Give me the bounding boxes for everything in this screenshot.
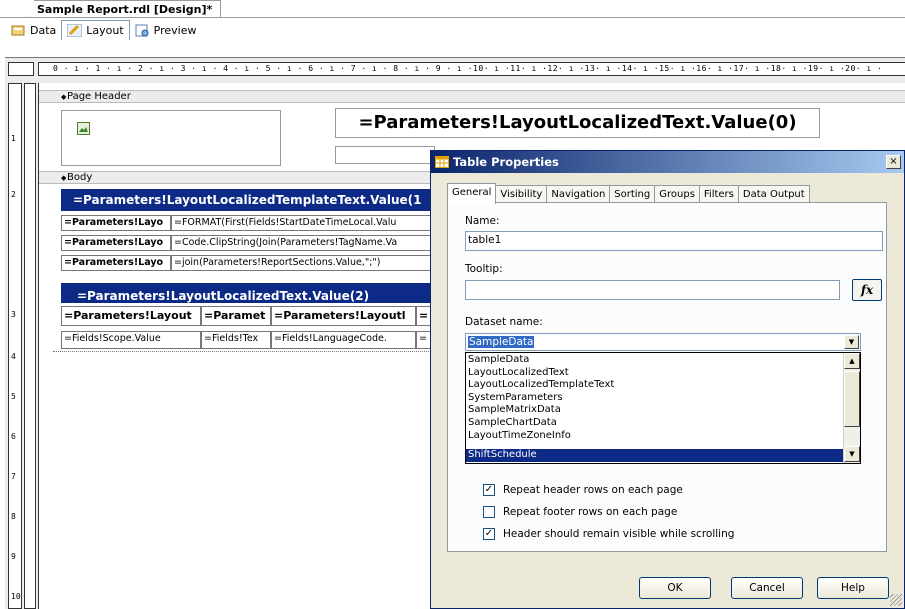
table-header-cell[interactable]: =Paramet [201,306,271,326]
row-value-cell[interactable]: =FORMAT(First(Fields!StartDateTimeLocal.… [171,215,431,231]
repeat-header-checkbox[interactable]: ✓ [483,484,495,496]
dataset-option[interactable]: SampleMatrixData [466,404,844,417]
row-label-cell[interactable]: =Parameters!Layo [61,215,171,231]
header-title-textbox[interactable]: =Parameters!LayoutLocalizedText.Value(0) [335,108,820,138]
close-button[interactable]: × [886,155,901,169]
row-label-cell[interactable]: =Parameters!Layo [61,255,171,271]
table-detail-cell[interactable]: =Fields!LanguageCode. [271,331,416,349]
dataset-option[interactable]: SystemParameters [466,392,844,405]
repeat-footer-checkbox[interactable] [483,506,495,518]
table-header-cell[interactable]: =Parameters!Layoutl [271,306,416,326]
table-header-cell[interactable]: = [416,306,431,326]
ruler-mark: 7 [11,472,16,481]
table-detail-cell[interactable]: = [416,331,431,349]
ruler-mark: 2 [11,190,16,199]
header-subtext-textbox[interactable] [335,146,435,164]
repeat-header-label: Repeat header rows on each page [503,484,683,496]
row-value-cell[interactable]: =join(Parameters!ReportSections.Value,";… [171,255,431,271]
ruler-mark: 6 [11,432,16,441]
page-header-band[interactable]: Page Header [39,90,905,103]
tab-general[interactable]: General [447,183,497,204]
ruler-corner [8,62,34,76]
name-label: Name: [465,215,500,227]
tab-layout[interactable]: Layout [61,20,130,40]
name-input[interactable]: table1 [465,231,883,251]
header-visible-label: Header should remain visible while scrol… [503,528,735,540]
image-icon [77,122,90,135]
dialog-title-bar[interactable]: Table Properties [431,151,904,173]
tab-data[interactable]: Data [6,20,61,40]
dataset-option[interactable]: LayoutLocalizedText [466,367,844,380]
repeat-footer-label: Repeat footer rows on each page [503,506,678,518]
tab-data-label: Data [30,23,57,37]
document-tab[interactable]: Sample Report.rdl [Design]* [26,0,222,18]
dataset-option[interactable]: LayoutLocalizedTemplateText [466,379,844,392]
table-detail-cell[interactable]: =Fields!Tex [201,331,271,349]
dialog-title: Table Properties [453,155,559,169]
dataset-select[interactable]: SampleData ▼ [465,333,861,351]
expression-button[interactable]: fx [852,279,882,301]
row-value-cell[interactable]: =Code.ClipString(Join(Parameters!TagName… [171,235,431,251]
dataset-option-highlighted[interactable]: ShiftSchedule [466,449,844,462]
scroll-up-icon[interactable]: ▲ [844,353,860,369]
tooltip-input[interactable] [465,280,840,300]
table-bottom-border [53,351,431,354]
header-visible-checkbox[interactable]: ✓ [483,528,495,540]
tooltip-label: Tooltip: [465,263,503,275]
resize-grip-icon[interactable] [890,594,902,606]
preview-icon [135,24,150,37]
chevron-down-icon[interactable]: ▼ [844,335,859,349]
vertical-ruler: 1 2 3 4 5 6 7 8 9 10 [8,83,22,609]
property-tabs: General Visibility Navigation Sorting Gr… [447,183,810,204]
scroll-down-icon[interactable]: ▼ [844,446,860,462]
dataset-option[interactable]: LayoutTimeZoneInfo [466,430,844,443]
dataset-option[interactable]: SampleChartData [466,417,844,430]
table-header-cell[interactable]: =Parameters!Layout [61,306,201,326]
table-icon [435,156,449,168]
ruler-mark: 4 [11,352,16,361]
tab-preview-label: Preview [153,23,197,37]
dataset-selected-value: SampleData [468,336,535,348]
image-placeholder[interactable] [61,110,281,166]
tab-layout-label: Layout [86,24,124,37]
row-label-cell[interactable]: =Parameters!Layo [61,235,171,251]
scroll-thumb[interactable] [844,371,860,427]
ok-button[interactable]: OK [639,577,711,599]
layout-icon [66,23,83,38]
tab-preview[interactable]: Preview [130,20,202,40]
ruler-mark: 3 [11,310,16,319]
ruler-mark: 5 [11,392,16,401]
table-detail-cell[interactable]: =Fields!Scope.Value [61,331,201,349]
body-title-textbox[interactable]: =Parameters!LayoutLocalizedTemplateText.… [61,189,431,211]
help-button[interactable]: Help [817,577,889,599]
band-selector-column[interactable] [24,83,36,609]
ruler-mark: 9 [11,552,16,561]
dropdown-scrollbar[interactable]: ▲ ▼ [843,353,860,463]
ruler-mark: 10 [11,592,21,601]
ruler-mark: 1 [11,134,16,143]
data-icon [11,24,26,37]
dataset-dropdown-list[interactable]: SampleData LayoutLocalizedText LayoutLoc… [465,352,861,464]
dataset-option[interactable]: SampleData [466,354,844,367]
table-title-textbox[interactable]: =Parameters!LayoutLocalizedText.Value(2) [61,283,431,303]
dataset-label: Dataset name: [465,316,543,328]
horizontal-ruler: 0 · ı · 1 · ı · 2 · ı · 3 · ı · 4 · ı · … [38,62,905,76]
cancel-button[interactable]: Cancel [731,577,803,599]
ruler-mark: 8 [11,512,16,521]
designer-tabs: Data Layout Preview [0,18,905,42]
